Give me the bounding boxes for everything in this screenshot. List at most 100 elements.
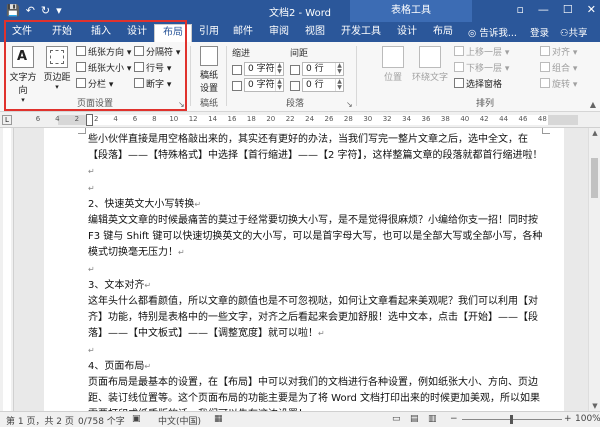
group-divider — [226, 46, 227, 106]
horizontal-ruler: L 6 4 2 2 4 6 8 10 12 14 16 18 20 22 24 26 28 30 32 34 36 38 4… — [0, 112, 600, 128]
indent-left-input[interactable]: 0 字符 ▲ ▼ — [244, 62, 284, 76]
spacing-after-input[interactable]: 0 行 ▲ ▼ — [302, 78, 344, 92]
paragraph: 编辑英文文章的时候最痛苦的莫过于经常要切换大小写，是不是觉得很麻烦？小编给你支一… — [88, 215, 543, 259]
ruler-tick-label: 6 — [35, 115, 41, 123]
ruler-tick-label: 24 — [305, 115, 315, 123]
draft-label-1: 稿纸 — [199, 71, 218, 81]
language-indicator[interactable]: 中文(中国) — [158, 414, 201, 427]
paragraph: ↵ — [88, 264, 95, 274]
maximize-icon[interactable]: ☐ — [563, 2, 573, 18]
draft-paper-button[interactable]: 稿纸 设置 — [196, 46, 222, 94]
share-button[interactable]: ⚇共享 — [560, 25, 588, 39]
word-count[interactable]: 0/758 个字 — [78, 414, 125, 427]
spinner-arrows-icon[interactable]: ▲ ▼ — [275, 63, 283, 75]
paragraph: 页面布局是最基本的设置，在【布局】中可以对我们的文档进行各种设置，例如纸张大小、… — [88, 377, 541, 411]
ruler-tick-label: 36 — [421, 115, 431, 123]
rotate-icon — [540, 78, 550, 88]
position-label: 位置 — [383, 73, 402, 83]
login-link[interactable]: 登录 — [530, 25, 549, 39]
selection-pane-label: 选择窗格 — [466, 80, 503, 90]
zoom-slider-knob[interactable] — [510, 415, 513, 424]
scroll-down-icon[interactable]: ▼ — [589, 402, 600, 410]
zoom-in-icon[interactable]: + — [564, 414, 572, 424]
tab-table-layout[interactable]: 布局 — [428, 24, 458, 42]
read-mode-icon[interactable]: ▭ — [392, 414, 401, 424]
selection-pane-button[interactable]: 选择窗格 — [454, 78, 502, 91]
draft-label-2: 设置 — [199, 84, 218, 94]
ruler-tab-selector-icon[interactable]: L — [2, 115, 12, 125]
ruler-tick-label: 26 — [324, 115, 334, 123]
indent-right-value: 0 字符 — [248, 80, 275, 90]
scroll-up-icon[interactable]: ▲ — [589, 129, 600, 137]
indent-left-value: 0 字符 — [248, 64, 275, 74]
ruler-tick-label: 40 — [460, 115, 470, 123]
print-layout-icon[interactable]: ▤ — [410, 414, 419, 424]
tab-references[interactable]: 引用 — [194, 24, 224, 42]
ruler-tick-label: 20 — [266, 115, 276, 123]
send-backward-label: 下移一层 — [466, 64, 503, 74]
ruler-tick-label: 16 — [227, 115, 237, 123]
tab-table-design[interactable]: 设计 — [392, 24, 422, 42]
minimize-icon[interactable]: — — [538, 2, 549, 18]
group-icon — [540, 62, 550, 72]
indent-marker-icon[interactable] — [86, 114, 93, 126]
ruler-tick-label: 14 — [208, 115, 218, 123]
ruler-tick-label: 46 — [518, 115, 528, 123]
ruler-right-margin — [548, 115, 578, 125]
tab-mailings[interactable]: 邮件 — [228, 24, 258, 42]
ruler-tick-label: 38 — [440, 115, 450, 123]
spacing-before-input[interactable]: 0 行 ▲ ▼ — [302, 62, 344, 76]
align-button[interactable]: 对齐 ▾ — [540, 46, 577, 59]
dialog-launcher-icon[interactable]: ↘ — [346, 100, 353, 109]
scrollbar-thumb[interactable] — [591, 158, 598, 198]
heading-4: 4、页面布局↵ — [88, 360, 152, 372]
proofing-icon[interactable]: ▣ — [132, 414, 141, 424]
ribbon-display-options-icon[interactable]: ▫ — [516, 2, 523, 18]
tab-review[interactable]: 审阅 — [264, 24, 294, 42]
ruler-tick-label: 42 — [479, 115, 489, 123]
document-page[interactable]: 些小伙伴直接是用空格敲出来的，其实还有更好的办法，当我们写完一整片文章之后，选中… — [44, 128, 564, 411]
spinner-arrows-icon[interactable]: ▲ ▼ — [335, 79, 343, 91]
web-layout-icon[interactable]: ▥ — [428, 414, 437, 424]
paragraph-group-label: 段落 — [285, 99, 304, 109]
wrap-text-icon — [419, 46, 441, 68]
ruler-tick-label: 48 — [537, 115, 547, 123]
tab-developer[interactable]: 开发工具 — [336, 24, 386, 42]
group-label: 组合 — [552, 64, 571, 74]
paragraph: ↵ — [88, 183, 95, 193]
tab-view[interactable]: 视图 — [300, 24, 330, 42]
tell-me-box[interactable]: ◎ 告诉我... — [468, 25, 517, 39]
ruler-tick-label: 32 — [382, 115, 392, 123]
wrap-text-button[interactable]: 环绕文字 — [410, 46, 450, 83]
rotate-button[interactable]: 旋转 ▾ — [540, 78, 577, 91]
macro-icon[interactable]: ▦ — [214, 414, 223, 424]
page-setup-highlight — [4, 20, 187, 111]
window-title: 文档2 - Word — [268, 8, 332, 19]
indent-right-icon — [232, 81, 242, 91]
align-label: 对齐 — [552, 48, 571, 58]
spinner-arrows-icon[interactable]: ▲ ▼ — [275, 79, 283, 91]
zoom-level[interactable]: 100% — [575, 414, 600, 424]
spinner-arrows-icon[interactable]: ▲ ▼ — [335, 63, 343, 75]
ruler-tick-label: 34 — [402, 115, 412, 123]
document-body[interactable]: 些小伙伴直接是用空格敲出来的，其实还有更好的办法，当我们写完一整片文章之后，选中… — [88, 132, 544, 411]
close-icon[interactable]: ✕ — [587, 2, 596, 18]
vertical-scrollbar[interactable]: ▲ ▼ — [588, 128, 600, 411]
align-icon — [540, 46, 550, 56]
send-backward-button[interactable]: 下移一层 ▾ — [454, 62, 509, 75]
zoom-out-icon[interactable]: − — [450, 414, 458, 424]
draft-group-label: 稿纸 — [199, 99, 218, 109]
collapse-ribbon-icon[interactable]: ▲ — [590, 100, 596, 109]
draft-paper-icon — [200, 46, 218, 66]
page-count[interactable]: 第 1 页，共 2 页 — [6, 414, 74, 427]
group-button[interactable]: 组合 ▾ — [540, 62, 577, 75]
indent-right-input[interactable]: 0 字符 ▲ ▼ — [244, 78, 284, 92]
ruler-tick-label: 18 — [246, 115, 256, 123]
heading-3: 3、文本对齐↵ — [88, 279, 152, 291]
position-button[interactable]: 位置 — [378, 46, 408, 83]
bring-forward-button[interactable]: 上移一层 ▾ — [454, 46, 509, 59]
indent-header: 缩进 — [232, 49, 251, 59]
rotate-label: 旋转 — [552, 80, 571, 90]
position-icon — [382, 46, 404, 68]
selection-pane-icon — [454, 78, 464, 88]
